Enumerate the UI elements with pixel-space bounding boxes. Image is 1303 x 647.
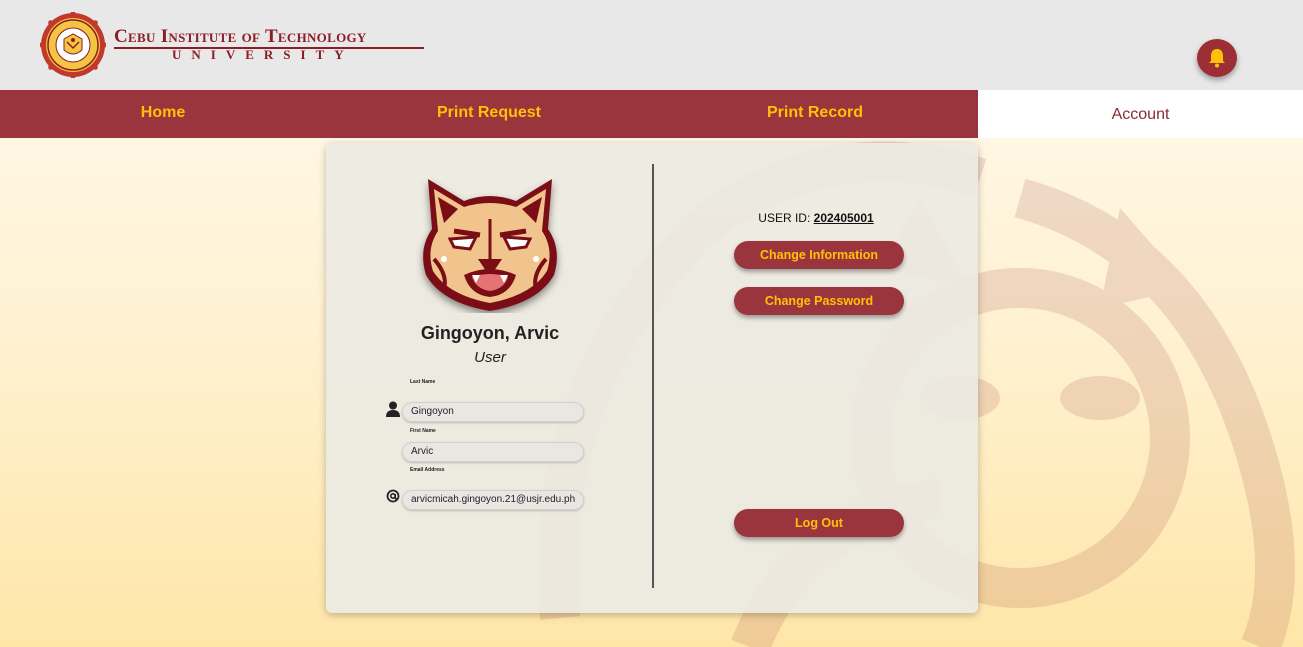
- university-name-line2: UNIVERSITY: [172, 47, 354, 62]
- user-id-label: USER ID:: [758, 211, 811, 225]
- user-full-name: Gingoyon, Arvic: [420, 323, 560, 343]
- user-id: USER ID: 202405001: [654, 211, 978, 225]
- first-name-field[interactable]: Arvic: [402, 442, 584, 462]
- email-field[interactable]: arvicmicah.gingoyon.21@usjr.edu.ph: [402, 490, 584, 510]
- last-name-field[interactable]: Gingoyon: [402, 402, 584, 422]
- bell-icon: [1209, 49, 1225, 68]
- header: Cebu Institute of Technology UNIVERSITY: [0, 0, 1303, 90]
- change-information-button[interactable]: Change Information: [734, 241, 904, 269]
- user-id-value: 202405001: [813, 211, 874, 225]
- main-nav: Home Print Request Print Record Account: [0, 90, 1303, 138]
- change-password-button[interactable]: Change Password: [734, 287, 904, 315]
- user-icon: [386, 401, 400, 422]
- wildcat-avatar: [414, 179, 566, 313]
- nav-print-request[interactable]: Print Request: [326, 90, 652, 138]
- notification-button[interactable]: [1197, 39, 1237, 77]
- at-sign-icon: [386, 489, 400, 508]
- nav-account[interactable]: Account: [978, 90, 1303, 138]
- last-name-label: Last Name: [410, 379, 436, 385]
- nav-home[interactable]: Home: [0, 90, 326, 138]
- account-card: Gingoyon, Arvic User Last Name Gingoyon …: [326, 143, 978, 613]
- nav-print-record[interactable]: Print Record: [652, 90, 978, 138]
- university-name-line1: Cebu Institute of Technology: [114, 26, 367, 47]
- logout-button[interactable]: Log Out: [734, 509, 904, 537]
- email-label: Email Address: [410, 467, 445, 473]
- card-divider: [652, 164, 654, 588]
- user-role: User: [474, 349, 506, 366]
- first-name-label: First Name: [410, 428, 436, 434]
- university-seal-logo[interactable]: [39, 11, 107, 79]
